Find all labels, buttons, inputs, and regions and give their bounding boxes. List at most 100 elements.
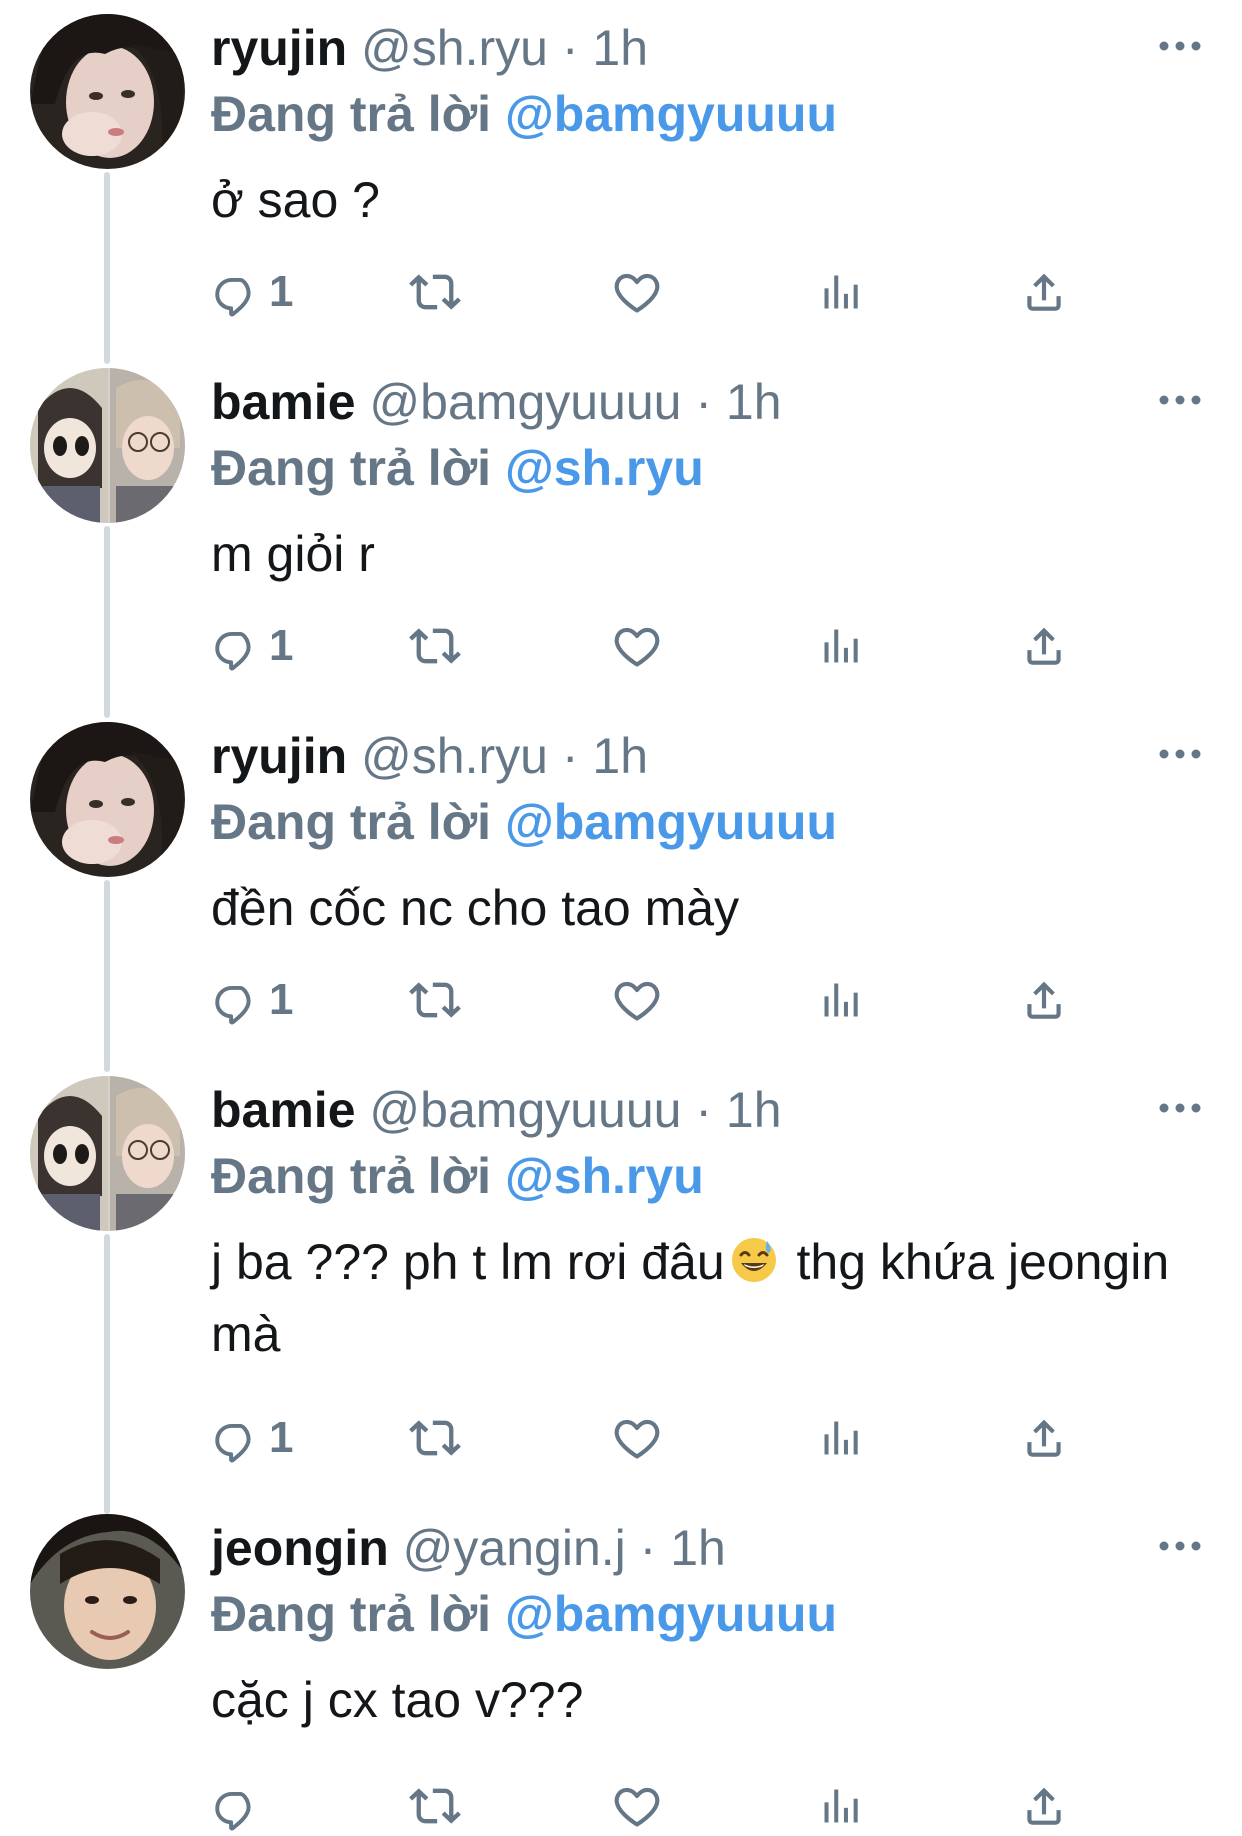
tweet-header: bamie @bamgyuuuu · 1h	[211, 1080, 782, 1140]
retweet-button[interactable]	[409, 616, 461, 676]
avatar[interactable]	[30, 722, 185, 877]
grinning-sweat-emoji-icon	[729, 1232, 779, 1282]
views-button[interactable]	[819, 1408, 863, 1468]
more-dots-icon[interactable]	[1158, 1096, 1202, 1120]
handle-and-time[interactable]: @sh.ryu · 1h	[361, 728, 648, 784]
more-dots-icon[interactable]	[1158, 1534, 1202, 1558]
analytics-icon	[819, 1416, 863, 1460]
retweet-button[interactable]	[409, 970, 461, 1030]
like-button[interactable]	[611, 970, 663, 1030]
tweet-text: m giỏi r	[211, 526, 375, 582]
tweet-actions: 1	[211, 1408, 1111, 1468]
tweet-text: đền cốc nc cho tao mày	[211, 880, 740, 936]
views-button[interactable]	[819, 970, 863, 1030]
replying-label: Đang trả lời	[211, 440, 492, 496]
tweet-header: ryujin @sh.ryu · 1h	[211, 726, 648, 786]
share-icon	[1019, 267, 1069, 317]
reply-count: 1	[269, 621, 294, 670]
reply-icon	[211, 975, 261, 1025]
display-name[interactable]: ryujin	[211, 20, 347, 76]
reply-icon	[211, 267, 261, 317]
reply-icon	[211, 621, 261, 671]
reply-count: 1	[269, 267, 294, 316]
like-button[interactable]	[611, 262, 663, 322]
mention-link[interactable]: @bamgyuuuu	[505, 794, 837, 850]
like-button[interactable]	[611, 616, 663, 676]
retweet-icon	[409, 620, 461, 672]
handle-and-time[interactable]: @sh.ryu · 1h	[361, 20, 648, 76]
share-button[interactable]	[1019, 970, 1069, 1030]
avatar[interactable]	[30, 368, 185, 523]
share-button[interactable]	[1019, 616, 1069, 676]
tweet[interactable]: ryujin @sh.ryu · 1h Đang trả lời @bamgyu…	[0, 0, 1242, 354]
views-button[interactable]	[819, 1776, 863, 1836]
like-button[interactable]	[611, 1408, 663, 1468]
avatar[interactable]	[30, 1076, 185, 1231]
mention-link[interactable]: @sh.ryu	[505, 440, 704, 496]
share-button[interactable]	[1019, 1408, 1069, 1468]
reply-button[interactable]: 1	[211, 262, 293, 322]
share-icon	[1019, 621, 1069, 671]
handle-and-time[interactable]: @bamgyuuuu · 1h	[369, 1082, 781, 1138]
tweet[interactable]: bamie @bamgyuuuu · 1h Đang trả lời @sh.r…	[0, 1062, 1242, 1500]
reply-button[interactable]: 1	[211, 1408, 293, 1468]
like-heart-icon	[611, 266, 663, 318]
replying-label: Đang trả lời	[211, 1148, 492, 1204]
avatar[interactable]	[30, 14, 185, 169]
views-button[interactable]	[819, 616, 863, 676]
like-heart-icon	[611, 620, 663, 672]
display-name[interactable]: ryujin	[211, 728, 347, 784]
analytics-icon	[819, 1784, 863, 1828]
like-heart-icon	[611, 1412, 663, 1464]
tweet-actions: 1	[211, 262, 1111, 322]
reply-button[interactable]: 1	[211, 616, 293, 676]
share-icon	[1019, 1781, 1069, 1831]
replying-label: Đang trả lời	[211, 794, 492, 850]
replying-label: Đang trả lời	[211, 86, 492, 142]
more-dots-icon[interactable]	[1158, 388, 1202, 412]
handle-and-time[interactable]: @bamgyuuuu · 1h	[369, 374, 781, 430]
tweet-actions	[211, 1776, 1111, 1836]
avatar[interactable]	[30, 1514, 185, 1669]
share-button[interactable]	[1019, 1776, 1069, 1836]
replying-label: Đang trả lời	[211, 1586, 492, 1642]
replying-to-line: Đang trả lời @bamgyuuuu	[211, 84, 837, 144]
reply-thread: ryujin @sh.ryu · 1h Đang trả lời @bamgyu…	[0, 0, 1242, 1807]
retweet-icon	[409, 1412, 461, 1464]
reply-button[interactable]: 1	[211, 970, 293, 1030]
tweet-actions: 1	[211, 616, 1111, 676]
tweet[interactable]: ryujin @sh.ryu · 1h Đang trả lời @bamgyu…	[0, 708, 1242, 1062]
display-name[interactable]: bamie	[211, 1082, 356, 1138]
share-button[interactable]	[1019, 262, 1069, 322]
analytics-icon	[819, 624, 863, 668]
mention-link[interactable]: @bamgyuuuu	[505, 86, 837, 142]
more-dots-icon[interactable]	[1158, 742, 1202, 766]
retweet-icon	[409, 974, 461, 1026]
retweet-icon	[409, 1780, 461, 1832]
display-name[interactable]: bamie	[211, 374, 356, 430]
retweet-button[interactable]	[409, 1408, 461, 1468]
more-dots-icon[interactable]	[1158, 34, 1202, 58]
reply-count: 1	[269, 975, 294, 1024]
tweet[interactable]: jeongin @yangin.j · 1h Đang trả lời @bam…	[0, 1500, 1242, 1807]
share-icon	[1019, 1413, 1069, 1463]
mention-link[interactable]: @sh.ryu	[505, 1148, 704, 1204]
reply-icon	[211, 1413, 261, 1463]
tweet-header: ryujin @sh.ryu · 1h	[211, 18, 648, 78]
retweet-button[interactable]	[409, 262, 461, 322]
reply-button[interactable]	[211, 1776, 269, 1836]
retweet-button[interactable]	[409, 1776, 461, 1836]
mention-link[interactable]: @bamgyuuuu	[505, 1586, 837, 1642]
like-button[interactable]	[611, 1776, 663, 1836]
tweet-actions: 1	[211, 970, 1111, 1030]
tweet[interactable]: bamie @bamgyuuuu · 1h Đang trả lời @sh.r…	[0, 354, 1242, 708]
reply-count: 1	[269, 1413, 294, 1462]
tweet-header: bamie @bamgyuuuu · 1h	[211, 372, 782, 432]
handle-and-time[interactable]: @yangin.j · 1h	[403, 1520, 726, 1576]
views-button[interactable]	[819, 262, 863, 322]
display-name[interactable]: jeongin	[211, 1520, 389, 1576]
replying-to-line: Đang trả lời @bamgyuuuu	[211, 1584, 837, 1644]
retweet-icon	[409, 266, 461, 318]
analytics-icon	[819, 270, 863, 314]
replying-to-line: Đang trả lời @sh.ryu	[211, 1146, 704, 1206]
